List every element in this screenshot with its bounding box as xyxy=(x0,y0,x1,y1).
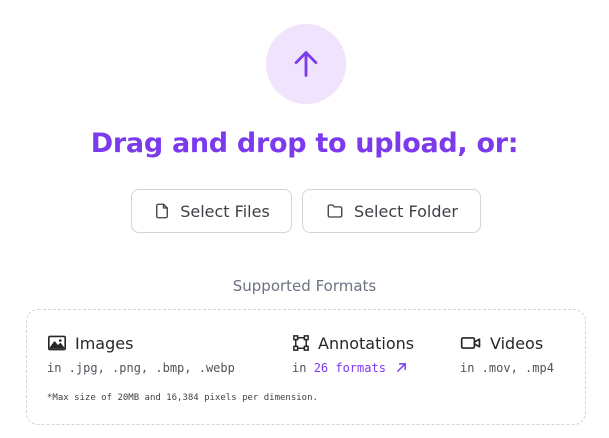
bounding-box-icon xyxy=(293,335,309,351)
select-folder-button[interactable]: Select Folder xyxy=(302,189,481,233)
image-icon xyxy=(48,335,66,351)
folder-icon xyxy=(327,204,343,218)
format-annotations-prefix: in xyxy=(292,361,307,375)
annotation-formats-link[interactable]: 26 formats xyxy=(314,361,407,375)
supported-formats-title: Supported Formats xyxy=(232,277,377,295)
format-annotations-label: Annotations xyxy=(318,333,415,353)
format-videos: Videos in .mov, .mp4 xyxy=(460,332,554,376)
arrow-up-right-icon xyxy=(397,363,406,372)
max-size-footnote: *Max size of 20MB and 16,384 pixels per … xyxy=(47,393,318,403)
select-folder-label: Select Folder xyxy=(354,201,458,221)
format-videos-extensions: in .mov, .mp4 xyxy=(460,361,554,375)
select-files-button[interactable]: Select Files xyxy=(131,189,292,233)
select-files-label: Select Files xyxy=(180,201,270,221)
upload-icon-circle xyxy=(266,24,346,104)
format-images-extensions: in .jpg, .png, .bmp, .webp xyxy=(47,361,235,375)
upload-headline: Drag and drop to upload, or: xyxy=(90,128,519,159)
file-icon xyxy=(156,203,169,219)
video-icon xyxy=(460,337,481,349)
format-images-label: Images xyxy=(75,333,134,353)
arrow-up-icon xyxy=(294,51,318,77)
format-videos-label: Videos xyxy=(490,333,544,353)
format-annotations: Annotations in 26 formats xyxy=(292,332,415,376)
format-images: Images in .jpg, .png, .bmp, .webp xyxy=(47,332,235,376)
supported-formats-box: Images in .jpg, .png, .bmp, .webp Annota… xyxy=(26,309,586,425)
annotation-formats-link-text: 26 formats xyxy=(313,361,386,375)
